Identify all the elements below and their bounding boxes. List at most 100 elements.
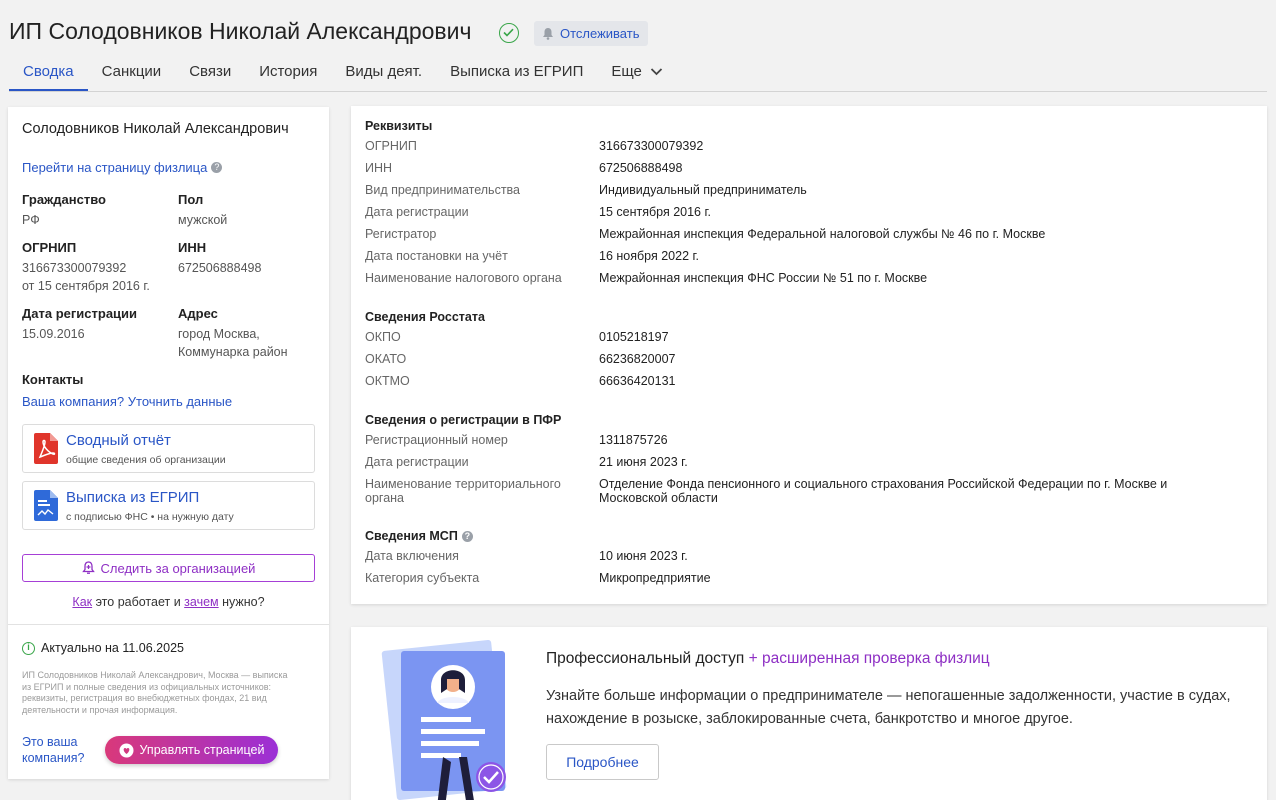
tab-activities[interactable]: Виды деят.	[331, 60, 436, 91]
row-key: ИНН	[365, 161, 393, 175]
verified-check-icon	[499, 23, 519, 43]
why-link[interactable]: зачем	[184, 595, 218, 609]
tab-more-label: Еще	[611, 63, 642, 80]
how-text-2: нужно?	[218, 595, 265, 609]
pro-access-promo: Профессиональный доступ + расширенная пр…	[351, 627, 1267, 800]
bell-plus-icon	[81, 561, 95, 574]
promo-title-accent: + расширенная проверка физлиц	[744, 650, 990, 667]
row-value: 16 ноября 2022 г.	[599, 249, 699, 263]
egrip-extract-title: Выписка из ЕГРИП	[66, 489, 200, 506]
tab-more[interactable]: Еще	[597, 60, 677, 91]
how-text-1: это работает и	[92, 595, 185, 609]
row-key: ОКПО	[365, 330, 401, 344]
signed-document-icon	[34, 490, 58, 521]
more-details-button[interactable]: Подробнее	[546, 744, 659, 780]
row-key: Дата постановки на учёт	[365, 249, 508, 263]
row-value: 15 сентября 2016 г.	[599, 205, 711, 219]
row-key: ОКАТО	[365, 352, 407, 366]
row-key: Дата регистрации	[365, 205, 469, 219]
regdate-value: 15.09.2016	[22, 327, 85, 341]
gender-label: Пол	[178, 192, 204, 207]
divider	[8, 624, 329, 625]
row-key: Дата регистрации	[365, 455, 469, 469]
ogrnip-value: 316673300079392	[22, 261, 127, 275]
egrip-extract-button[interactable]: Выписка из ЕГРИП с подписью ФНС • на нуж…	[22, 481, 315, 530]
manage-page-label: Управлять страницей	[139, 743, 265, 757]
actuality-date: Актуально на 11.06.2025	[41, 641, 184, 655]
summary-sidebar-card: Солодовников Николай Александрович Перей…	[8, 107, 329, 779]
row-value: 316673300079392	[599, 139, 704, 153]
entrepreneur-name: Солодовников Николай Александрович	[22, 121, 289, 137]
track-button-label: Отслеживать	[560, 26, 640, 41]
help-icon[interactable]: ?	[461, 531, 473, 543]
tab-egrip-extract[interactable]: Выписка из ЕГРИП	[436, 60, 597, 91]
tab-summary[interactable]: Сводка	[9, 60, 88, 91]
row-value: Межрайонная инспекция Федеральной налого…	[599, 227, 1046, 241]
address-line1: город Москва,	[178, 327, 260, 341]
section-title-msp-text: Сведения МСП	[365, 529, 458, 543]
citizenship-label: Гражданство	[22, 192, 106, 207]
row-key: Дата включения	[365, 549, 459, 563]
tab-connections[interactable]: Связи	[175, 60, 245, 91]
inn-label: ИНН	[178, 240, 207, 255]
egrip-extract-subtitle: с подписью ФНС • на нужную дату	[66, 511, 234, 523]
row-value: 21 июня 2023 г.	[599, 455, 688, 469]
tab-bar: Сводка Санкции Связи История Виды деят. …	[9, 60, 1267, 92]
tab-sanctions[interactable]: Санкции	[88, 60, 176, 91]
tab-history[interactable]: История	[245, 60, 331, 91]
row-value: Отделение Фонда пенсионного и социальног…	[599, 477, 1168, 505]
help-icon[interactable]: ?	[211, 162, 223, 174]
row-value: Микропредприятие	[599, 571, 711, 585]
regdate-label: Дата регистрации	[22, 306, 138, 321]
person-page-link-row: Перейти на страницу физлица?	[22, 159, 223, 177]
summary-report-subtitle: общие сведения об организации	[66, 454, 226, 466]
summary-report-button[interactable]: Сводный отчёт общие сведения об организа…	[22, 424, 315, 473]
ogrnip-date: от 15 сентября 2016 г.	[22, 279, 150, 293]
page-title: ИП Солодовников Николай Александрович	[9, 18, 472, 44]
row-value: 66636420131	[599, 374, 676, 388]
actuality-row: Актуально на 11.06.2025	[22, 641, 184, 655]
row-value: Индивидуальный предприниматель	[599, 183, 807, 197]
row-key: Вид предпринимательства	[365, 183, 520, 197]
promo-title-main: Профессиональный доступ	[546, 650, 745, 667]
bell-icon	[543, 28, 553, 40]
promo-title: Профессиональный доступ + расширенная пр…	[546, 650, 990, 668]
track-button[interactable]: Отслеживать	[534, 21, 649, 46]
row-key: Регистрационный номер	[365, 433, 508, 447]
page-description: ИП Солодовников Николай Александрович, М…	[22, 670, 288, 715]
row-key: Наименование территориального органа	[365, 477, 561, 505]
address-line2: Коммунарка район	[178, 345, 288, 359]
section-title-pfr: Сведения о регистрации в ПФР	[365, 413, 562, 427]
follow-organization-label: Следить за организацией	[100, 560, 256, 576]
row-value: 672506888498	[599, 161, 683, 175]
shield-heart-icon	[119, 743, 134, 757]
manage-page-button[interactable]: Управлять страницей	[105, 736, 278, 764]
contacts-label: Контакты	[22, 372, 84, 387]
section-title-rosstat: Сведения Росстата	[365, 310, 485, 324]
contacts-clarify-link[interactable]: Ваша компания? Уточнить данные	[22, 394, 232, 409]
section-title-requisites: Реквизиты	[365, 119, 433, 133]
row-key: Категория субъекта	[365, 571, 480, 585]
row-key: Наименование налогового органа	[365, 271, 562, 285]
section-title-msp: Сведения МСП?	[365, 529, 473, 543]
chevron-down-icon	[650, 68, 663, 76]
person-check-illustration	[381, 639, 507, 800]
page-header: ИП Солодовников Николай Александрович От…	[0, 0, 1276, 92]
citizenship-value: РФ	[22, 213, 40, 227]
follow-organization-button[interactable]: Следить за организацией	[22, 554, 315, 582]
requisites-card: Реквизиты ОГРНИП 316673300079392 ИНН 672…	[351, 106, 1267, 604]
your-company-link[interactable]: Это ваша компания?	[22, 735, 94, 766]
row-key: ОКТМО	[365, 374, 410, 388]
promo-text: Узнайте больше информации о предпринимат…	[546, 688, 1231, 727]
how-link[interactable]: Как	[72, 595, 92, 609]
row-key: ОГРНИП	[365, 139, 417, 153]
ogrnip-label: ОГРНИП	[22, 240, 77, 255]
row-value: 0105218197	[599, 330, 669, 344]
person-page-link[interactable]: Перейти на страницу физлица	[22, 160, 207, 175]
summary-report-title: Сводный отчёт	[66, 432, 171, 449]
info-icon	[22, 641, 35, 655]
pdf-file-icon	[34, 433, 58, 464]
row-value: 10 июня 2023 г.	[599, 549, 688, 563]
row-value: 66236820007	[599, 352, 676, 366]
inn-value: 672506888498	[178, 261, 262, 275]
